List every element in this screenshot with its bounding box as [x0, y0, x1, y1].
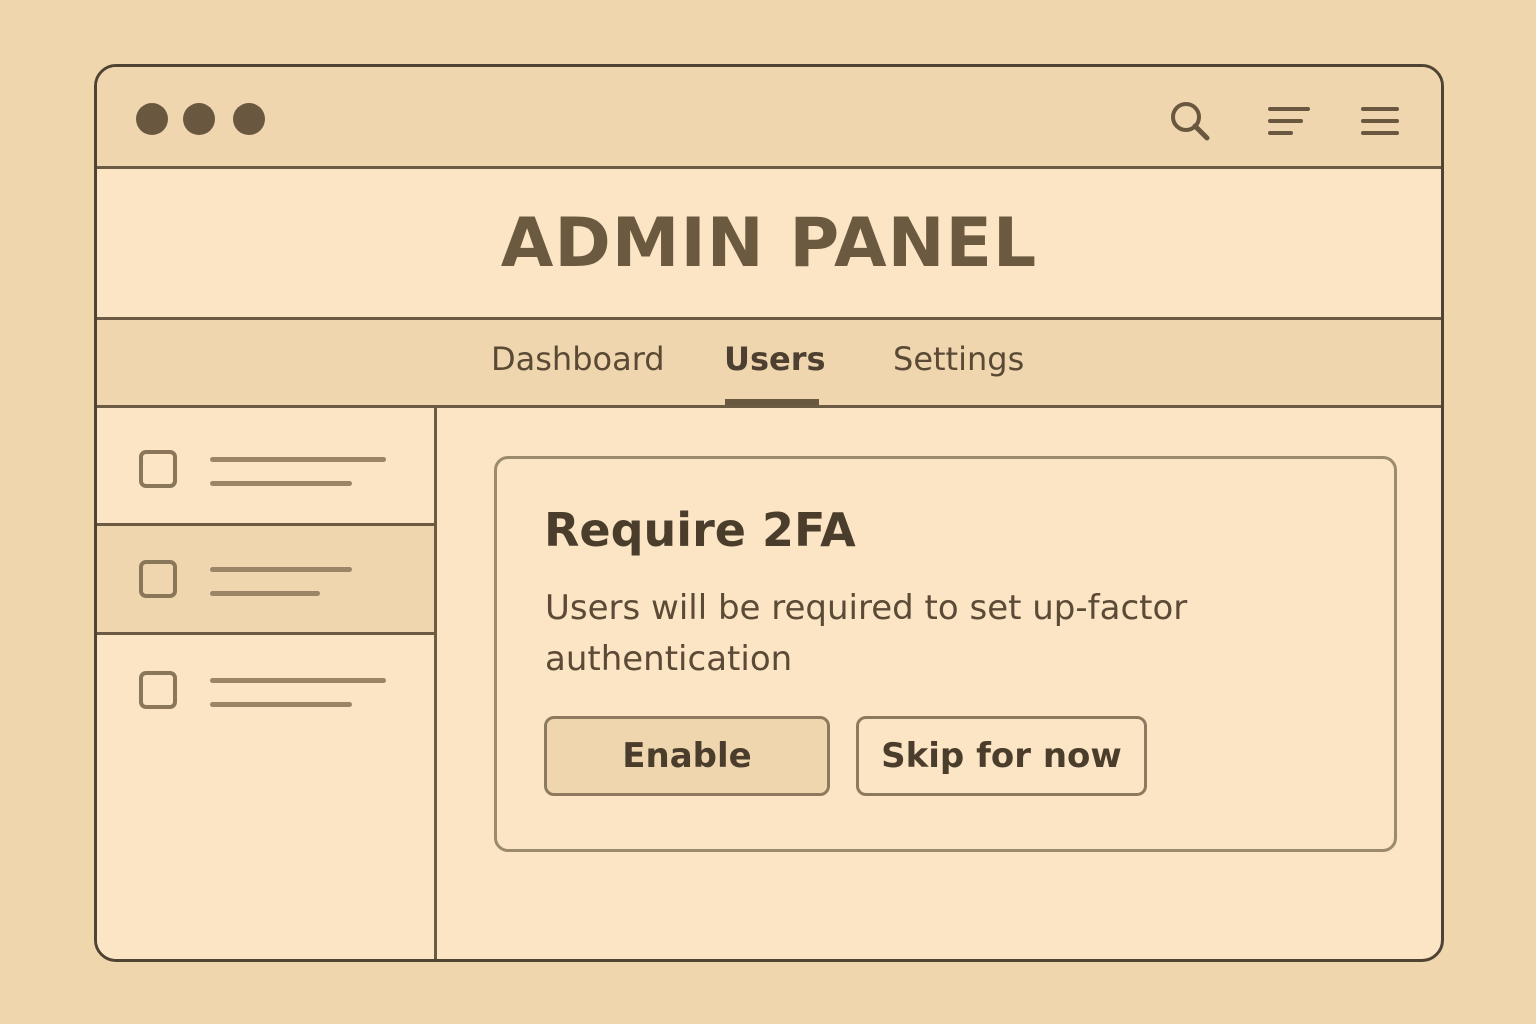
window-control-dot[interactable]: [233, 103, 265, 135]
tab-bar: Dashboard Users Settings: [97, 320, 1441, 408]
enable-button[interactable]: Enable: [544, 716, 830, 796]
page-header: ADMIN PANEL: [97, 169, 1441, 320]
sidebar-item-text-line: [210, 702, 352, 707]
app-window: ADMIN PANEL Dashboard Users Settings Req…: [94, 64, 1444, 962]
skip-for-now-button[interactable]: Skip for now: [856, 716, 1147, 796]
search-icon[interactable]: [1168, 99, 1212, 143]
page-title: ADMIN PANEL: [500, 203, 1038, 283]
sidebar-item-text-line: [210, 457, 386, 462]
menu-icon[interactable]: [1359, 99, 1403, 143]
window-control-dot[interactable]: [183, 103, 215, 135]
sidebar-item-checkbox[interactable]: [139, 560, 177, 598]
sidebar-item[interactable]: [97, 635, 434, 741]
tab-dashboard[interactable]: Dashboard: [491, 340, 665, 378]
sidebar-item-text-line: [210, 567, 352, 572]
sidebar-item-text-line: [210, 481, 352, 486]
require-2fa-card: Require 2FA Users will be required to se…: [494, 456, 1397, 852]
title-bar: [97, 67, 1441, 169]
tab-settings[interactable]: Settings: [893, 340, 1024, 378]
sidebar-item[interactable]: [97, 408, 434, 514]
sidebar-item-text-line: [210, 678, 386, 683]
text-align-icon[interactable]: [1267, 99, 1311, 143]
tab-users[interactable]: Users: [724, 340, 826, 378]
sidebar-item-text-line: [210, 591, 320, 596]
sidebar-item-selected[interactable]: [97, 526, 434, 632]
sidebar: [97, 408, 437, 959]
window-control-dot[interactable]: [136, 103, 168, 135]
card-description: Users will be required to set up-factor …: [545, 588, 1188, 679]
active-tab-indicator: [725, 399, 819, 405]
sidebar-item-checkbox[interactable]: [139, 671, 177, 709]
sidebar-item-checkbox[interactable]: [139, 450, 177, 488]
card-title: Require 2FA: [544, 503, 856, 557]
